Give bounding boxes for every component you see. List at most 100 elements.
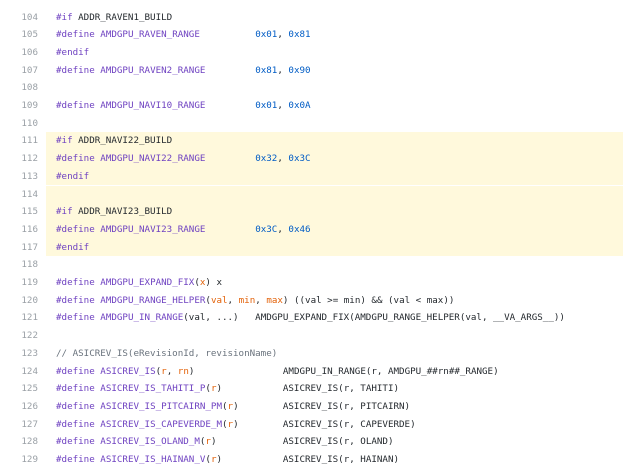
code-token: #endif	[56, 170, 90, 182]
line-number[interactable]: 108	[0, 79, 38, 97]
code-token: #define	[56, 294, 95, 306]
code-line: 106 #endif	[0, 44, 640, 62]
line-number[interactable]: 116	[0, 221, 38, 239]
code-text: #define AMDGPU_EXPAND_FIX(x) x	[46, 274, 623, 292]
code-token: ,	[277, 223, 289, 235]
code-line: 117 #endif	[0, 238, 640, 257]
code-token: 0x81	[255, 64, 278, 76]
code-text: #define AMDGPU_NAVI10_RANGE 0x01, 0x0A	[46, 97, 623, 115]
line-number[interactable]: 109	[0, 97, 38, 115]
line-number[interactable]: 126	[0, 398, 38, 416]
code-line: 129 #define ASICREV_IS_HAINAN_V(r) ASICRE…	[0, 451, 640, 469]
code-text: #define AMDGPU_RAVEN2_RANGE 0x81, 0x90	[46, 62, 623, 80]
line-number[interactable]: 123	[0, 345, 38, 363]
code-token: val	[210, 294, 228, 306]
line-number[interactable]: 122	[0, 327, 38, 345]
code-token: #define	[56, 29, 95, 41]
code-token: #define	[56, 277, 95, 288]
line-number[interactable]: 127	[0, 416, 38, 434]
line-number[interactable]: 115	[0, 203, 38, 221]
code-token: min	[238, 294, 256, 306]
code-line: 123 // ASICREV_IS(eRevisionId, revisionNa…	[0, 345, 640, 363]
code-line: 124 #define ASICREV_IS(r, rn) AMDGPU_IN_R…	[0, 363, 640, 381]
code-text: #define AMDGPU_NAVI23_RANGE 0x3C, 0x46	[46, 220, 623, 239]
line-number[interactable]: 106	[0, 44, 38, 62]
line-number[interactable]: 117	[0, 239, 38, 257]
line-number[interactable]: 120	[0, 292, 38, 310]
code-token: AMDGPU_NAVI23_RANGE	[100, 223, 206, 235]
code-token: #if	[56, 11, 73, 23]
line-number[interactable]: 125	[0, 380, 38, 398]
code-token: ASICREV_IS_CAPEVERDE_M	[100, 418, 222, 430]
code-text: #define ASICREV_IS_OLAND_M(r) ASICREV_IS…	[46, 433, 623, 451]
code-text	[46, 185, 623, 204]
code-line: 115 #if ADDR_NAVI23_BUILD	[0, 203, 640, 221]
code-token: 0x01	[255, 100, 278, 111]
line-number[interactable]: 113	[0, 168, 38, 186]
line-number[interactable]: 121	[0, 309, 38, 327]
code-token: 0x0A	[288, 100, 311, 111]
line-number[interactable]: 129	[0, 451, 38, 469]
line-number[interactable]: 118	[0, 256, 38, 274]
line-number[interactable]: 107	[0, 62, 38, 80]
line-number[interactable]: 128	[0, 433, 38, 451]
code-token: ) x	[205, 277, 223, 288]
code-token: ,	[277, 64, 289, 76]
code-text: #endif	[46, 238, 623, 257]
code-token: #if	[56, 135, 73, 147]
code-text: #define AMDGPU_RANGE_HELPER(val, min, ma…	[46, 292, 623, 310]
code-token: ) ASICREV_IS(r, HAINAN)	[216, 454, 400, 465]
code-token: #define	[56, 365, 95, 377]
code-line: 112 #define AMDGPU_NAVI22_RANGE 0x32, 0x3…	[0, 150, 640, 168]
code-token: #define	[56, 436, 95, 448]
code-token: #define	[56, 400, 95, 412]
code-line: 104 #if ADDR_RAVEN1_BUILD	[0, 9, 640, 27]
line-number[interactable]: 105	[0, 26, 38, 44]
code-token: #define	[56, 383, 95, 395]
code-text: #define AMDGPU_RAVEN_RANGE 0x01, 0x81	[46, 26, 623, 44]
code-line: 114	[0, 185, 640, 204]
line-number[interactable]: 124	[0, 363, 38, 381]
code-text: #define ASICREV_IS_TAHITI_P(r) ASICREV_I…	[46, 380, 623, 398]
code-token: 0x3C	[288, 153, 311, 165]
code-token: #define	[56, 153, 95, 165]
code-token: ,	[277, 100, 289, 111]
code-token: AMDGPU_NAVI22_RANGE	[100, 153, 206, 165]
code-token: AMDGPU_RANGE_HELPER	[100, 294, 206, 306]
code-token: #endif	[56, 46, 90, 58]
line-number[interactable]: 119	[0, 274, 38, 292]
code-token: ) AMDGPU_IN_RANGE(r, AMDGPU_##rn##_RANGE…	[188, 365, 499, 377]
code-token: ) ((val >= min) && (val < max))	[282, 294, 455, 306]
code-token: 0x81	[288, 29, 311, 41]
code-text: #if ADDR_RAVEN1_BUILD	[46, 9, 623, 27]
code-token: #define	[56, 418, 95, 430]
line-number[interactable]: 110	[0, 115, 38, 133]
code-token: AMDGPU_RAVEN2_RANGE	[100, 64, 206, 76]
code-token: ADDR_NAVI23_BUILD	[72, 206, 173, 218]
code-token: ADDR_NAVI22_BUILD	[72, 135, 173, 147]
code-text: #define ASICREV_IS_HAINAN_V(r) ASICREV_I…	[46, 451, 623, 469]
code-line: 128 #define ASICREV_IS_OLAND_M(r) ASICREV…	[0, 433, 640, 451]
line-number[interactable]: 112	[0, 150, 38, 168]
code-token: #endif	[56, 241, 90, 253]
code-text: #define ASICREV_IS_PITCAIRN_PM(r) ASICRE…	[46, 398, 623, 416]
code-token: #define	[56, 312, 95, 324]
code-line: 118	[0, 256, 640, 274]
code-text: #define AMDGPU_NAVI22_RANGE 0x32, 0x3C	[46, 150, 623, 168]
code-line: 120 #define AMDGPU_RANGE_HELPER(val, min,…	[0, 292, 640, 310]
code-token: ,	[227, 294, 239, 306]
code-token: AMDGPU_NAVI10_RANGE	[100, 100, 206, 111]
code-line: 121 #define AMDGPU_IN_RANGE(val, ...) AMD…	[0, 309, 640, 327]
line-number[interactable]: 114	[0, 186, 38, 204]
code-token: #define	[56, 223, 95, 235]
code-line: 110	[0, 115, 640, 133]
code-token: #define	[56, 100, 95, 111]
code-text: // ASICREV_IS(eRevisionId, revisionName)	[46, 345, 623, 363]
line-number[interactable]: 111	[0, 132, 38, 150]
line-number[interactable]: 104	[0, 9, 38, 27]
